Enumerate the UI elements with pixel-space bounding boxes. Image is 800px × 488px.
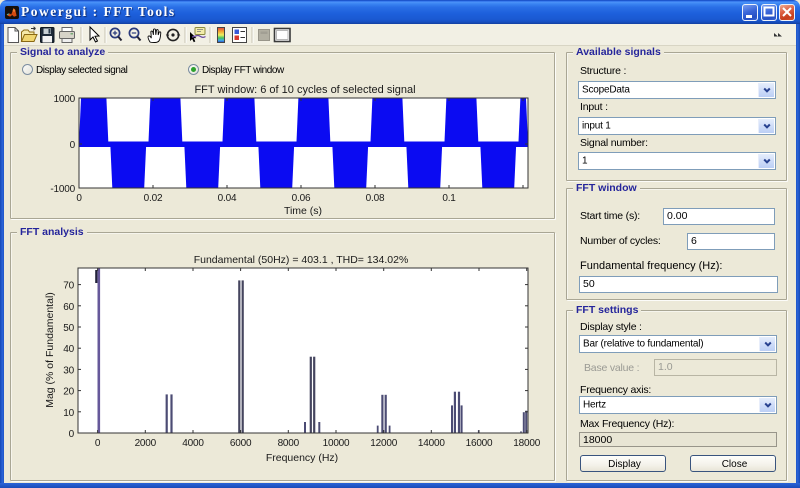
svg-text:8000: 8000	[278, 438, 300, 449]
svg-text:0.1: 0.1	[442, 193, 456, 204]
svg-text:0.04: 0.04	[218, 193, 237, 204]
svg-text:50: 50	[63, 323, 74, 334]
svg-text:16000: 16000	[466, 438, 493, 449]
svg-text:0.02: 0.02	[144, 193, 163, 204]
svg-text:1000: 1000	[54, 94, 76, 105]
svg-text:20: 20	[63, 387, 74, 398]
svg-text:0: 0	[95, 438, 101, 449]
svg-text:Fundamental (50Hz) = 403.1 , T: Fundamental (50Hz) = 403.1 , THD= 134.02…	[194, 254, 409, 266]
svg-text:18000: 18000	[513, 438, 540, 449]
svg-text:4000: 4000	[182, 438, 204, 449]
svg-text:14000: 14000	[418, 438, 445, 449]
svg-text:10: 10	[63, 408, 74, 419]
svg-text:-1000: -1000	[50, 184, 75, 195]
svg-text:70: 70	[63, 281, 74, 292]
svg-text:0: 0	[76, 193, 82, 204]
svg-text:2000: 2000	[135, 438, 157, 449]
svg-text:6000: 6000	[230, 438, 252, 449]
svg-text:60: 60	[63, 302, 74, 313]
svg-text:40: 40	[63, 344, 74, 355]
svg-text:10000: 10000	[323, 438, 350, 449]
svg-text:Mag (% of Fundamental): Mag (% of Fundamental)	[44, 292, 56, 408]
svg-text:0.06: 0.06	[292, 193, 311, 204]
svg-text:30: 30	[63, 365, 74, 376]
svg-text:FFT window: 6 of 10 cycles of: FFT window: 6 of 10 cycles of selected s…	[194, 84, 415, 96]
svg-text:0: 0	[70, 140, 76, 151]
svg-text:Time (s): Time (s)	[284, 205, 322, 217]
svg-text:Frequency (Hz): Frequency (Hz)	[266, 452, 338, 464]
svg-text:0: 0	[69, 429, 75, 440]
svg-text:0.08: 0.08	[366, 193, 385, 204]
svg-text:12000: 12000	[370, 438, 397, 449]
